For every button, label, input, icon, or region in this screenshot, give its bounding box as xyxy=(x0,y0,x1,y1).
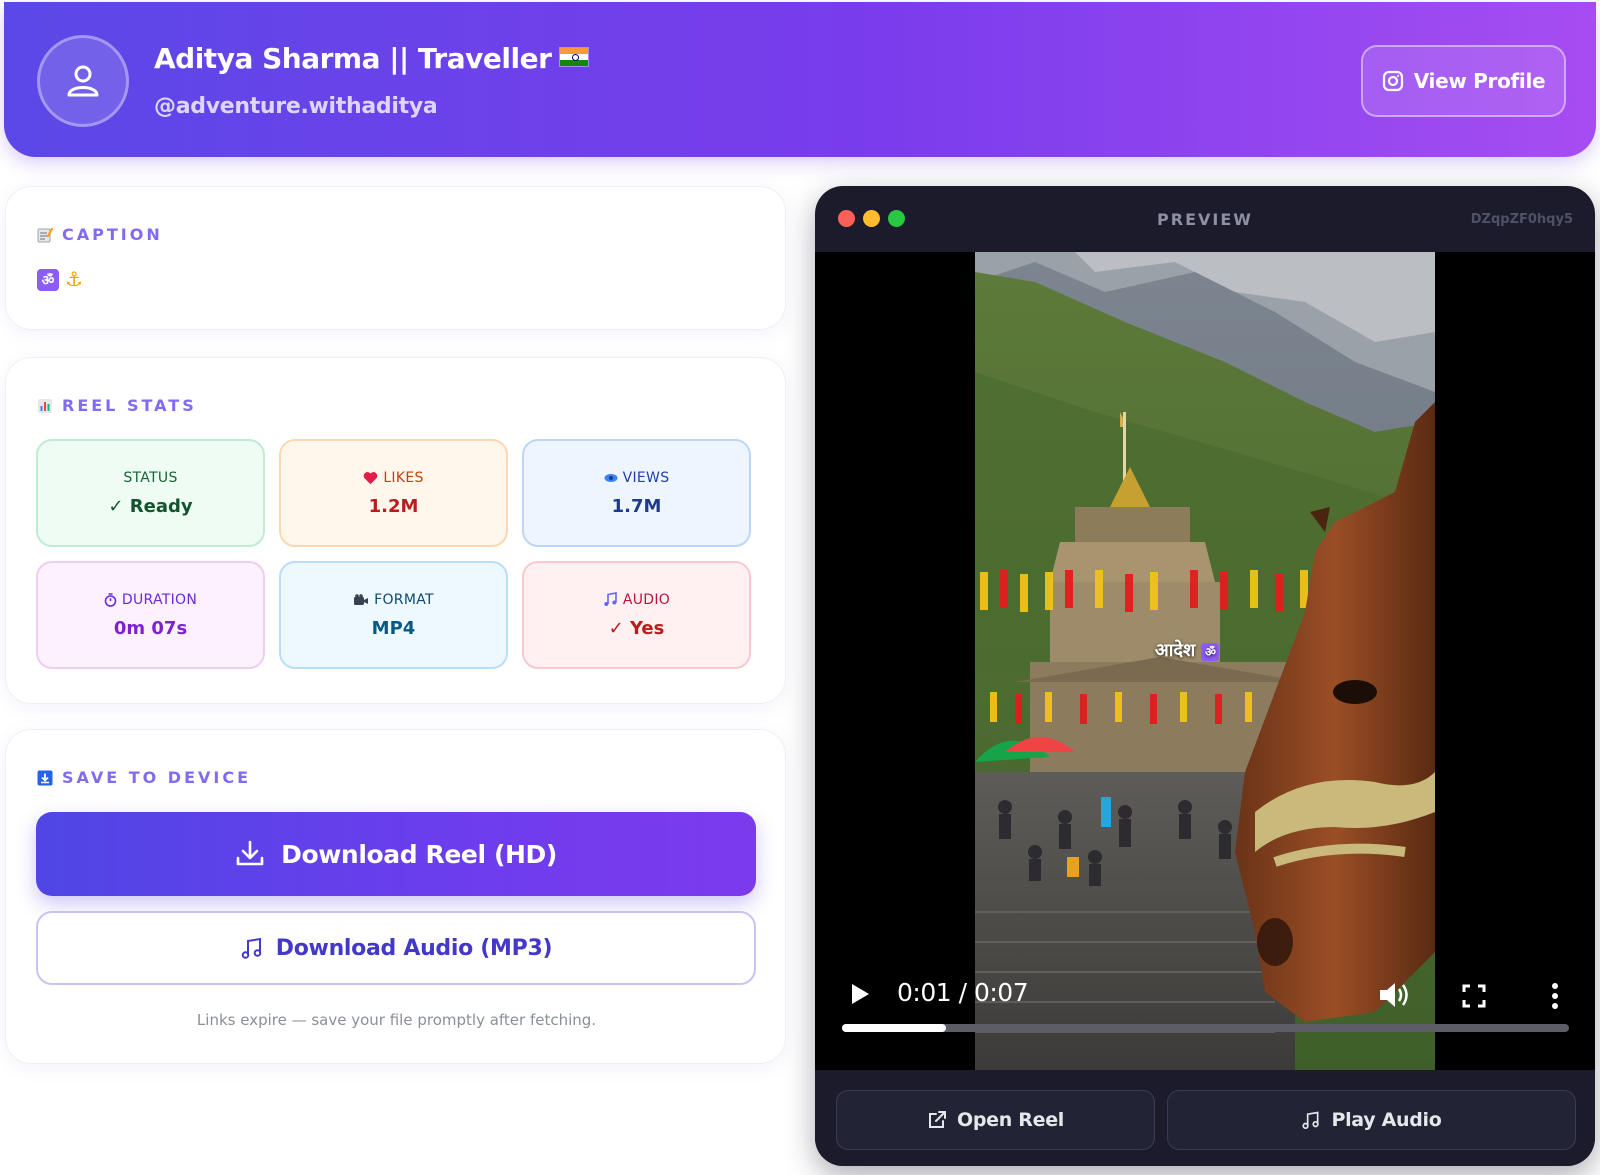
stat-duration: DURATION 0m 07s xyxy=(36,561,265,669)
bar-chart-icon xyxy=(38,398,52,413)
eye-icon xyxy=(604,473,618,482)
profile-header: Aditya Sharma || Traveller @adventure.wi… xyxy=(4,2,1596,157)
download-audio-label: Download Audio (MP3) xyxy=(275,935,553,961)
video-player[interactable]: आदेश ॐ 0:01 / 0:07 xyxy=(815,252,1595,1070)
stat-views: VIEWS 1.7M xyxy=(522,439,751,547)
caption-text: ॐ ⚓ xyxy=(37,269,85,291)
reel-stats-card: REEL STATS STATUS ✓ Ready LIKES 1.2M VIE… xyxy=(5,357,786,704)
anchor-symbol: ⚓ xyxy=(65,269,83,291)
save-title: SAVE TO DEVICE xyxy=(37,768,251,787)
caption-title: CAPTION xyxy=(37,225,163,244)
preview-actions: Open Reel Play Audio xyxy=(815,1070,1595,1166)
video-camera-icon xyxy=(354,593,369,605)
download-box-icon xyxy=(37,770,53,785)
reel-stats-title: REEL STATS xyxy=(37,396,197,415)
fullscreen-icon[interactable] xyxy=(1462,984,1486,1008)
stat-status-value: ✓ Ready xyxy=(108,495,193,517)
stats-grid: STATUS ✓ Ready LIKES 1.2M VIEWS 1.7M DUR… xyxy=(36,439,756,669)
progress-fill xyxy=(842,1024,946,1032)
reel-id: DZqpZF0hqy5 xyxy=(1470,212,1573,227)
stat-audio-label: AUDIO xyxy=(603,592,670,608)
avatar xyxy=(37,35,129,127)
instagram-icon xyxy=(1382,70,1403,92)
play-audio-label: Play Audio xyxy=(1331,1109,1442,1131)
stat-status-label: STATUS xyxy=(123,469,178,486)
stat-status: STATUS ✓ Ready xyxy=(36,439,265,547)
external-link-icon xyxy=(929,1111,946,1128)
profile-name: Aditya Sharma || Traveller xyxy=(154,42,590,75)
progress-bar[interactable] xyxy=(842,1024,1569,1032)
profile-handle: @adventure.withaditya xyxy=(154,94,438,119)
music-note-icon xyxy=(241,937,262,959)
india-flag-icon xyxy=(559,47,590,67)
stat-duration-label: DURATION xyxy=(104,592,197,608)
music-note-icon xyxy=(1302,1111,1320,1130)
stat-format: FORMAT MP4 xyxy=(279,561,508,669)
stat-audio: AUDIO ✓ Yes xyxy=(522,561,751,669)
stat-format-label: FORMAT xyxy=(353,592,434,608)
view-profile-label: View Profile xyxy=(1413,69,1546,93)
open-reel-label: Open Reel xyxy=(957,1109,1064,1131)
timer-icon xyxy=(104,592,117,607)
play-audio-button[interactable]: Play Audio xyxy=(1167,1090,1576,1150)
download-reel-label: Download Reel (HD) xyxy=(281,839,557,869)
stat-likes-value: 1.2M xyxy=(368,495,419,517)
preview-panel: PREVIEW DZqpZF0hqy5 आदेश ॐ 0:01 / 0:07 O… xyxy=(815,186,1595,1166)
caption-card: CAPTION ॐ ⚓ xyxy=(5,186,786,330)
heart-icon xyxy=(364,471,378,484)
stat-audio-value: ✓ Yes xyxy=(608,617,665,639)
volume-icon[interactable] xyxy=(1378,980,1410,1010)
view-profile-button[interactable]: View Profile xyxy=(1361,45,1566,117)
video-time: 0:01 / 0:07 xyxy=(897,978,1029,1007)
links-expire-note: Links expire — save your file promptly a… xyxy=(196,1011,597,1029)
download-audio-button[interactable]: Download Audio (MP3) xyxy=(36,911,756,985)
more-options-icon[interactable] xyxy=(1551,982,1559,1010)
download-icon xyxy=(236,840,264,866)
om-symbol: ॐ xyxy=(37,269,59,291)
open-reel-button[interactable]: Open Reel xyxy=(836,1090,1155,1150)
stat-duration-value: 0m 07s xyxy=(113,617,188,639)
stat-likes: LIKES 1.2M xyxy=(279,439,508,547)
user-icon xyxy=(67,65,99,97)
om-symbol: ॐ xyxy=(1201,643,1220,661)
video-overlay-text: आदेश ॐ xyxy=(1155,638,1220,662)
music-note-icon xyxy=(604,592,617,606)
download-reel-button[interactable]: Download Reel (HD) xyxy=(36,812,756,896)
play-icon[interactable] xyxy=(849,982,871,1006)
stat-likes-label: LIKES xyxy=(363,470,423,486)
memo-icon xyxy=(37,227,53,242)
save-card: SAVE TO DEVICE Download Reel (HD) Downlo… xyxy=(5,729,786,1064)
stat-views-value: 1.7M xyxy=(611,495,662,517)
stat-views-label: VIEWS xyxy=(604,470,670,486)
stat-format-value: MP4 xyxy=(371,617,416,639)
